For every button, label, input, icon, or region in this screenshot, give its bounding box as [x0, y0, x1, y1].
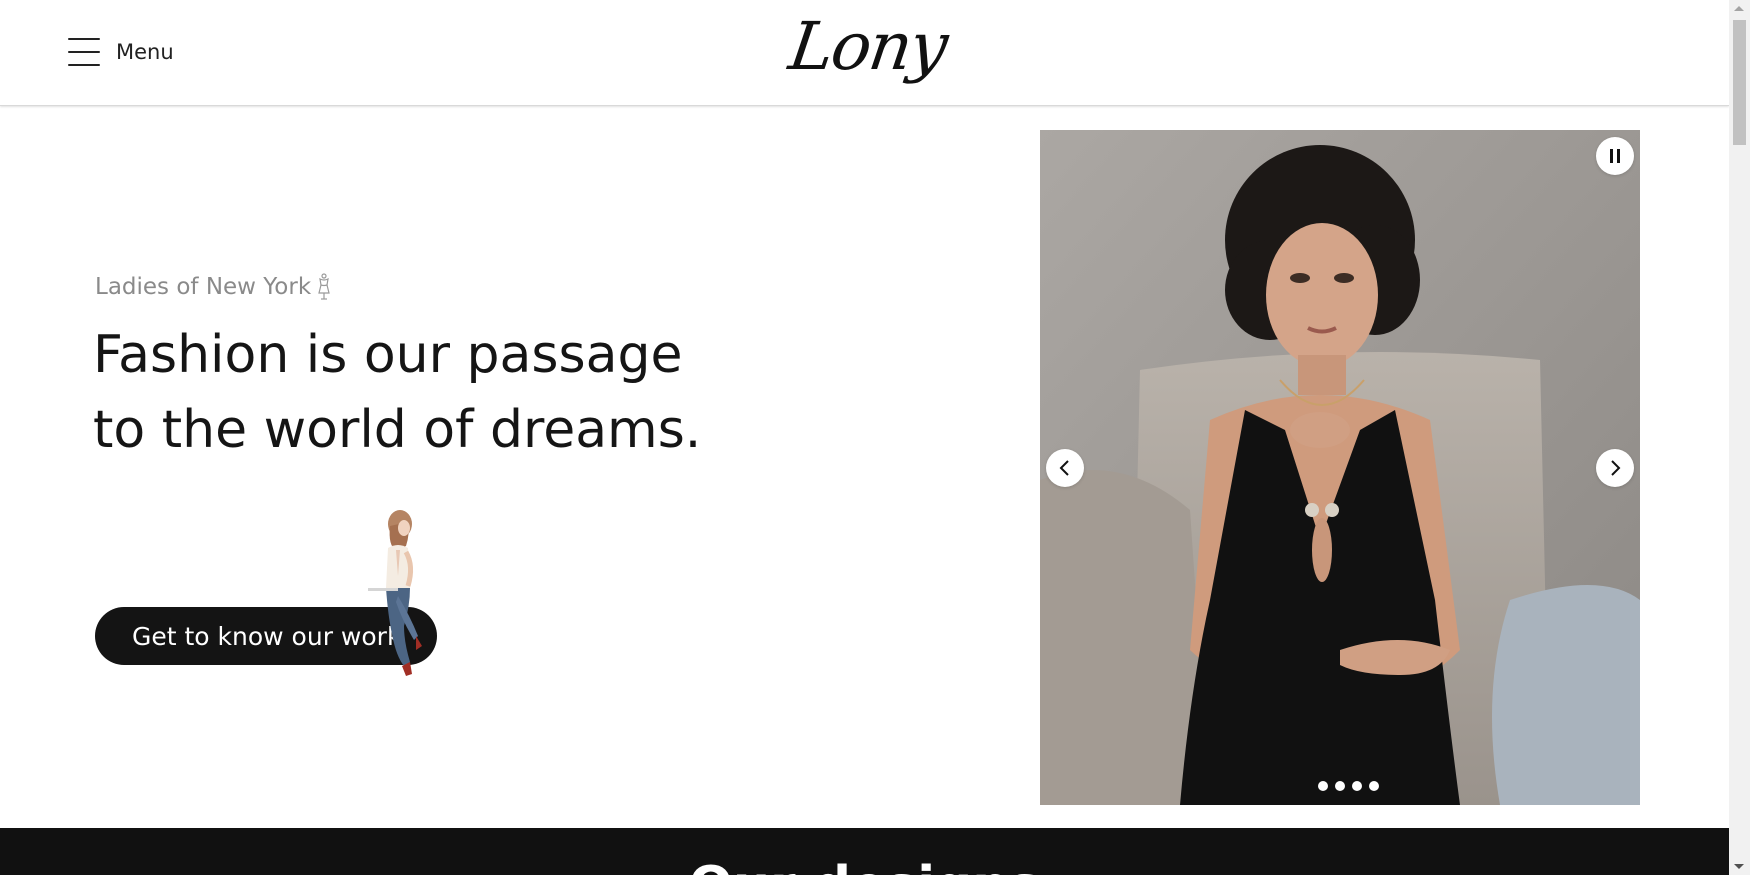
slide-dots — [1318, 781, 1379, 791]
section-heading: Our designs — [0, 856, 1729, 875]
designs-section: Our designs — [0, 828, 1729, 875]
previous-slide-button[interactable] — [1046, 449, 1084, 487]
headline-line-2: to the world of dreams. — [93, 400, 702, 460]
hero-headline: Fashion is our passage to the world of d… — [93, 318, 793, 468]
eyebrow-text: Ladies of New York — [95, 274, 312, 300]
chevron-right-icon — [1611, 460, 1621, 476]
site-header: Menu Lony — [0, 0, 1729, 106]
headline-line-1: Fashion is our passage — [93, 325, 683, 385]
fashion-illustration — [368, 510, 422, 676]
slide-dot-3[interactable] — [1352, 781, 1362, 791]
menu-label: Menu — [116, 40, 174, 64]
scroll-up-arrow-icon[interactable] — [1734, 6, 1744, 11]
scroll-down-arrow-icon[interactable] — [1734, 864, 1744, 869]
chevron-left-icon — [1059, 460, 1069, 476]
logo-wordmark: Lony — [784, 8, 951, 85]
dress-form-icon — [318, 273, 330, 300]
scrollbar-thumb[interactable] — [1733, 20, 1746, 145]
slide-dot-1[interactable] — [1318, 781, 1328, 791]
page-scrollbar[interactable] — [1729, 0, 1750, 875]
hero-eyebrow: Ladies of New York — [95, 272, 333, 302]
menu-button[interactable]: Menu — [68, 36, 174, 68]
pause-slideshow-button[interactable] — [1596, 137, 1634, 175]
next-slide-button[interactable] — [1596, 449, 1634, 487]
hero-slideshow[interactable] — [1040, 130, 1640, 805]
slide-dot-4[interactable] — [1369, 781, 1379, 791]
site-logo[interactable]: Lony — [785, 2, 951, 92]
hamburger-icon — [68, 38, 100, 66]
slide-dot-2[interactable] — [1335, 781, 1345, 791]
pause-icon — [1610, 149, 1620, 163]
slide-photo-model — [1040, 130, 1640, 805]
